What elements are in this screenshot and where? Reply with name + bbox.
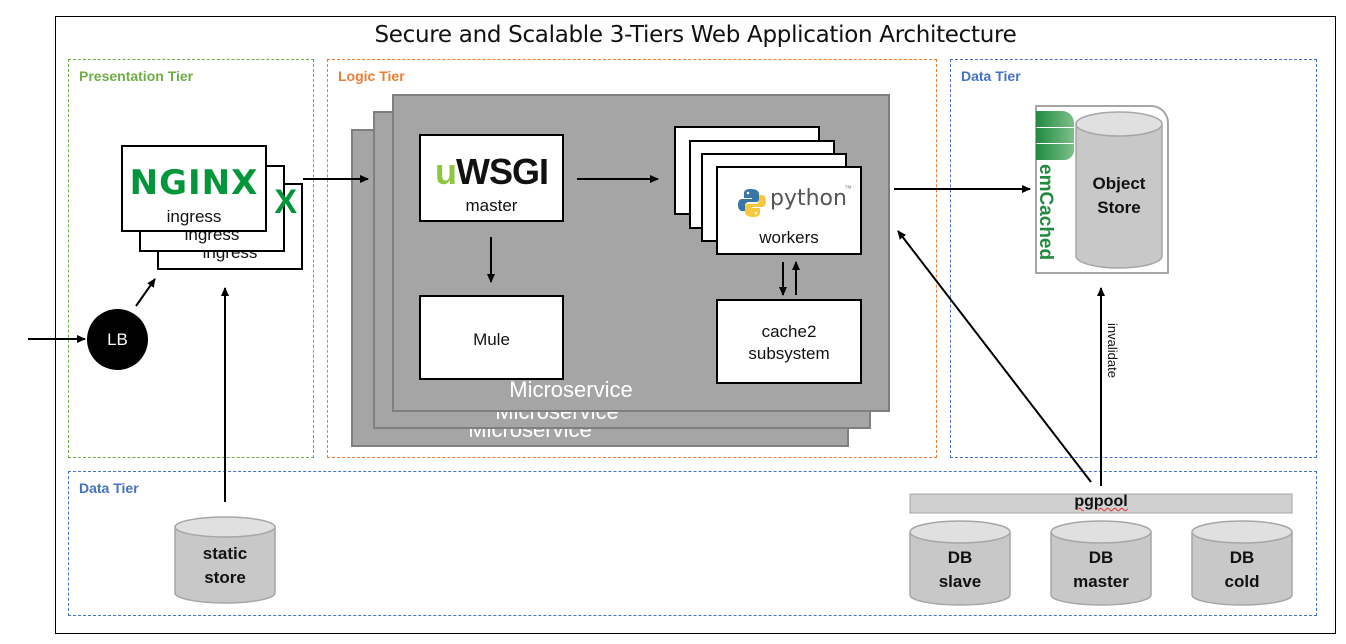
- static-store-label-line2: store: [204, 568, 246, 587]
- arrow-pgpool-to-microservice: [897, 230, 1092, 483]
- db-master-label-line1: DB: [1088, 548, 1114, 567]
- static-store-label-line1: static: [202, 544, 248, 563]
- db-cold-label-line1: DB: [1229, 548, 1255, 567]
- object-store-label-line1: Object: [1092, 174, 1146, 193]
- object-store-label: Object Store: [1076, 172, 1162, 220]
- db-master-label: DB master: [1051, 546, 1151, 594]
- db-cold-label: DB cold: [1192, 546, 1292, 594]
- object-store-label-line2: Store: [1097, 198, 1141, 217]
- pgpool-label-text: pgpool: [1074, 493, 1128, 510]
- db-slave-label-line2: slave: [938, 572, 982, 591]
- invalidate-label: invalidate: [1105, 323, 1120, 378]
- db-master-label-line2: master: [1073, 572, 1129, 591]
- arrow-lb-to-ingress: [135, 278, 156, 307]
- db-slave-label: DB slave: [910, 546, 1010, 594]
- invalidate-label-container: invalidate: [1105, 323, 1130, 403]
- db-slave-label-line1: DB: [947, 548, 973, 567]
- db-cold-label-line2: cold: [1224, 572, 1260, 591]
- pgpool-label: pgpool: [910, 493, 1292, 511]
- static-store-label: static store: [175, 542, 275, 590]
